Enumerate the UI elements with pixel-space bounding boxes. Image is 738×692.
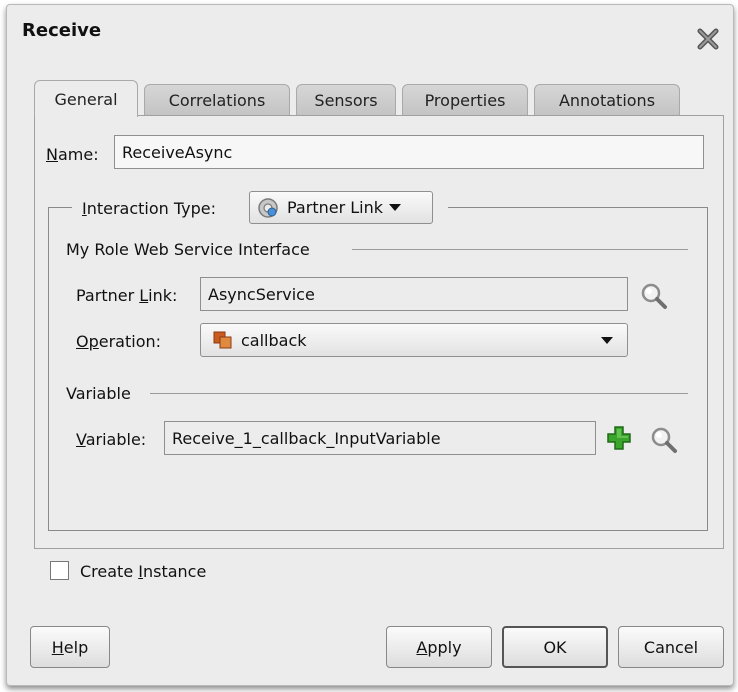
add-variable-plus-icon[interactable] bbox=[606, 425, 632, 451]
tab-annotations[interactable]: Annotations bbox=[534, 84, 680, 115]
interaction-type-label: Interaction Type: bbox=[82, 199, 217, 218]
chevron-down-icon bbox=[389, 203, 401, 211]
partner-link-field: AsyncService bbox=[200, 277, 628, 311]
tab-correlations[interactable]: Correlations bbox=[144, 84, 290, 115]
operation-label: Operation: bbox=[76, 332, 162, 351]
name-field[interactable]: ReceiveAsync bbox=[114, 135, 704, 169]
operation-dropdown[interactable]: callback bbox=[200, 323, 628, 357]
tab-properties[interactable]: Properties bbox=[402, 84, 528, 115]
gear-globe-icon bbox=[258, 197, 278, 218]
tab-general[interactable]: General bbox=[34, 80, 138, 117]
chevron-down-icon bbox=[601, 337, 613, 344]
variable-field: Receive_1_callback_InputVariable bbox=[164, 421, 596, 455]
dialog-title: Receive bbox=[22, 20, 102, 41]
create-instance-checkbox[interactable] bbox=[50, 561, 69, 580]
close-icon[interactable] bbox=[697, 28, 719, 50]
operation-icon bbox=[213, 331, 232, 349]
partner-link-label: Partner Link: bbox=[76, 286, 178, 305]
my-role-divider bbox=[352, 249, 688, 250]
ok-button[interactable]: OK bbox=[502, 626, 608, 668]
cancel-button[interactable]: Cancel bbox=[618, 626, 724, 668]
my-role-section-title: My Role Web Service Interface bbox=[66, 240, 310, 259]
name-label: Name: bbox=[46, 145, 99, 164]
variable-label: Variable: bbox=[76, 430, 147, 449]
create-instance-label: Create Instance bbox=[80, 562, 207, 581]
tab-sensors[interactable]: Sensors bbox=[296, 84, 396, 115]
variable-divider bbox=[150, 393, 688, 394]
apply-button[interactable]: Apply bbox=[386, 626, 492, 668]
partner-link-search-icon[interactable] bbox=[640, 282, 668, 310]
variable-section-title: Variable bbox=[66, 384, 131, 403]
help-button[interactable]: Help bbox=[30, 626, 110, 668]
variable-search-icon[interactable] bbox=[650, 426, 678, 454]
interaction-type-dropdown[interactable]: Partner Link bbox=[249, 191, 433, 224]
